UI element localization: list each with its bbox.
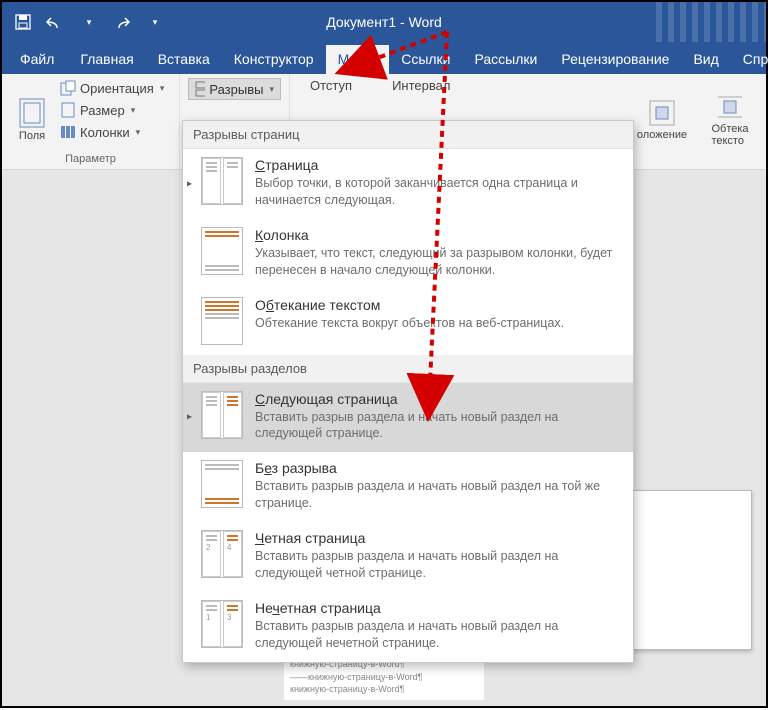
page-setup-group-label: Параметр: [10, 153, 171, 167]
quick-access-toolbar: ▾ ▾: [10, 9, 168, 35]
break-next-page-icon: [201, 391, 243, 439]
break-column-title: Колонка: [255, 227, 623, 243]
break-continuous-icon: [201, 460, 243, 508]
break-column-icon: [201, 227, 243, 275]
title-bar-decoration: [656, 2, 766, 42]
dropdown-section-section-breaks: Разрывы разделов: [183, 355, 633, 383]
tab-file[interactable]: Файл: [6, 45, 68, 74]
breaks-dropdown: Разрывы страниц ▸ Страница Выбор точки, …: [182, 120, 634, 663]
dropdown-section-page-breaks: Разрывы страниц: [183, 121, 633, 149]
break-even-page-icon: 2 4: [201, 530, 243, 578]
break-even-page-desc: Вставить разрыв раздела и начать новый р…: [255, 548, 623, 582]
wrap-label: Обтека тексто: [711, 123, 748, 147]
undo-icon[interactable]: [42, 9, 68, 35]
margins-button[interactable]: Поля: [10, 78, 54, 162]
break-page-icon: [201, 157, 243, 205]
tab-review[interactable]: Рецензирование: [549, 45, 681, 74]
break-continuous-desc: Вставить разрыв раздела и начать новый р…: [255, 478, 623, 512]
break-next-page[interactable]: ▸ Следующая страница Вставить разрыв раз…: [183, 383, 633, 453]
size-button[interactable]: Размер▾: [60, 100, 164, 120]
tab-references[interactable]: Ссылки: [389, 45, 462, 74]
break-even-page[interactable]: 2 4 Четная страница Вставить разрыв разд…: [183, 522, 633, 592]
tab-layout[interactable]: Макет: [326, 45, 390, 74]
break-text-wrapping[interactable]: Обтекание текстом Обтекание текста вокру…: [183, 289, 633, 355]
break-text-wrapping-icon: [201, 297, 243, 345]
page-thumbnail: [632, 490, 752, 650]
tab-insert[interactable]: Вставка: [146, 45, 222, 74]
group-arrange: оложение Обтека тексто: [626, 74, 766, 169]
break-odd-page-icon: 1 3: [201, 600, 243, 648]
tab-view[interactable]: Вид: [681, 45, 730, 74]
tab-help[interactable]: Справка: [731, 45, 768, 74]
break-next-page-title: Следующая страница: [255, 391, 623, 407]
position-label: оложение: [637, 129, 687, 141]
wrap-text-button[interactable]: Обтека тексто: [700, 78, 760, 162]
break-column-desc: Указывает, что текст, следующий за разры…: [255, 245, 623, 279]
break-odd-page-title: Нечетная страница: [255, 600, 623, 616]
break-odd-page-desc: Вставить разрыв раздела и начать новый р…: [255, 618, 623, 652]
margins-label: Поля: [19, 130, 45, 142]
document-title: Документ1 - Word: [326, 14, 442, 30]
position-button[interactable]: оложение: [632, 78, 692, 162]
tab-design[interactable]: Конструктор: [222, 45, 326, 74]
orientation-button[interactable]: Ориентация▾: [60, 78, 164, 98]
break-next-page-desc: Вставить разрыв раздела и начать новый р…: [255, 409, 623, 443]
break-text-wrapping-title: Обтекание текстом: [255, 297, 623, 313]
redo-icon[interactable]: [108, 9, 134, 35]
columns-button[interactable]: Колонки▾: [60, 122, 164, 142]
tab-home[interactable]: Главная: [68, 45, 145, 74]
group-page-setup: Поля Ориентация▾ Размер▾ Колонки▾ Параме…: [2, 74, 180, 169]
size-label: Размер: [80, 103, 125, 118]
break-page-title: Страница: [255, 157, 623, 173]
title-bar: ▾ ▾ Документ1 - Word: [2, 2, 766, 42]
break-column[interactable]: Колонка Указывает, что текст, следующий …: [183, 219, 633, 289]
break-page-desc: Выбор точки, в которой заканчивается одн…: [255, 175, 623, 209]
orientation-label: Ориентация: [80, 81, 154, 96]
break-even-page-title: Четная страница: [255, 530, 623, 546]
chevron-right-icon: ▸: [187, 412, 192, 423]
break-continuous-title: Без разрыва: [255, 460, 623, 476]
break-page[interactable]: ▸ Страница Выбор точки, в которой заканч…: [183, 149, 633, 219]
break-continuous[interactable]: Без разрыва Вставить разрыв раздела и на…: [183, 452, 633, 522]
undo-chevron-icon[interactable]: ▾: [76, 9, 102, 35]
break-text-wrapping-desc: Обтекание текста вокруг объектов на веб-…: [255, 315, 623, 332]
breaks-label: Разрывы: [209, 82, 263, 97]
columns-label: Колонки: [80, 125, 130, 140]
save-icon[interactable]: [10, 9, 36, 35]
qat-customize-icon[interactable]: ▾: [142, 9, 168, 35]
tab-mailings[interactable]: Рассылки: [463, 45, 550, 74]
ribbon-tabs: Файл Главная Вставка Конструктор Макет С…: [2, 42, 766, 74]
breaks-button[interactable]: Разрывы▾: [188, 78, 281, 100]
break-odd-page[interactable]: 1 3 Нечетная страница Вставить разрыв ра…: [183, 592, 633, 662]
chevron-right-icon: ▸: [187, 178, 192, 189]
